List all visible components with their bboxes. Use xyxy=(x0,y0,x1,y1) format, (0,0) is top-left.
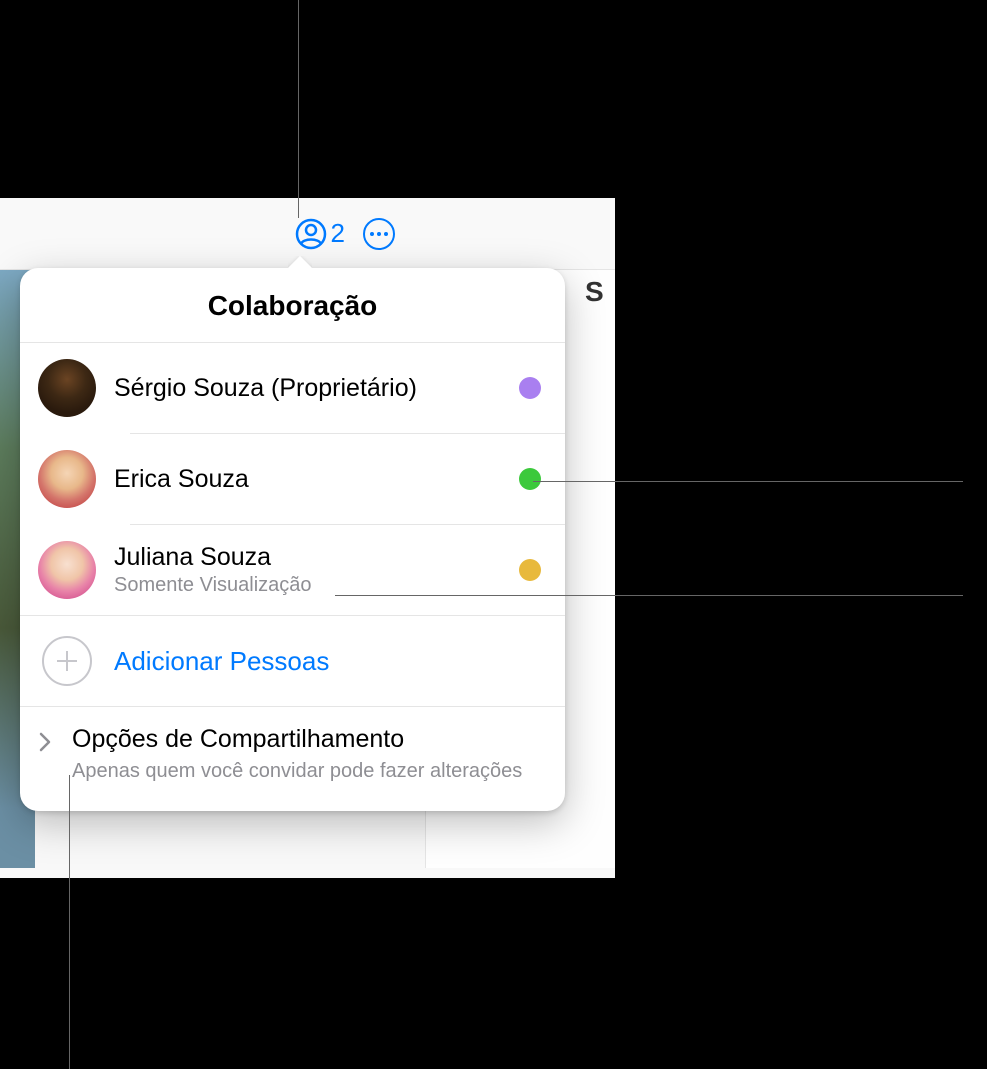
share-options-subtitle: Apenas quem você convidar pode fazer alt… xyxy=(72,758,541,785)
more-button[interactable] xyxy=(363,218,395,250)
callout-line xyxy=(298,0,299,218)
participant-row[interactable]: Juliana Souza Somente Visualização xyxy=(20,525,565,615)
person-circle-icon xyxy=(295,218,327,250)
popover-arrow xyxy=(288,256,312,270)
share-options-title: Opções de Compartilhamento xyxy=(72,725,541,754)
partial-text: S xyxy=(585,276,604,308)
collab-count: 2 xyxy=(331,218,345,249)
status-dot xyxy=(519,377,541,399)
popover-title: Colaboração xyxy=(20,268,565,343)
share-options-button[interactable]: Opções de Compartilhamento Apenas quem v… xyxy=(20,707,565,811)
collaboration-popover: Colaboração Sérgio Souza (Proprietário) … xyxy=(20,268,565,811)
participant-name: Erica Souza xyxy=(114,465,501,494)
add-people-button[interactable]: Adicionar Pessoas xyxy=(20,616,565,706)
avatar xyxy=(38,541,96,599)
callout-line xyxy=(335,595,963,596)
participant-row-owner[interactable]: Sérgio Souza (Proprietário) xyxy=(20,343,565,433)
participant-permission: Somente Visualização xyxy=(114,574,501,597)
ellipsis-icon xyxy=(370,232,388,236)
chevron-right-icon xyxy=(38,725,60,758)
status-dot xyxy=(519,468,541,490)
avatar xyxy=(38,359,96,417)
participant-row[interactable]: Erica Souza xyxy=(20,434,565,524)
avatar xyxy=(38,450,96,508)
participant-name: Sérgio Souza (Proprietário) xyxy=(114,374,501,403)
add-people-label: Adicionar Pessoas xyxy=(114,646,329,677)
callout-line xyxy=(69,775,70,1069)
collaboration-button[interactable]: 2 xyxy=(295,218,345,250)
participant-name: Juliana Souza xyxy=(114,543,501,572)
status-dot xyxy=(519,559,541,581)
callout-line xyxy=(533,481,963,482)
plus-circle-icon xyxy=(42,636,92,686)
